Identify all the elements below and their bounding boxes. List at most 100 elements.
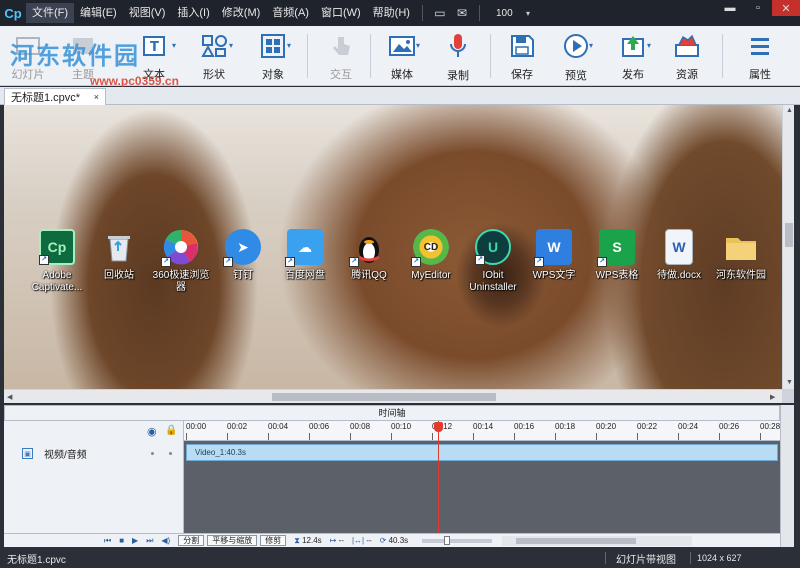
menu-modify[interactable]: 修改(M) (216, 3, 267, 23)
properties-button[interactable]: 属性 (735, 30, 785, 82)
scrollbar-thumb[interactable] (785, 223, 793, 247)
chevron-down-icon[interactable]: ▾ (526, 9, 530, 18)
properties-label: 属性 (749, 69, 771, 81)
record-button[interactable]: 录制 (433, 30, 483, 82)
chevron-down-icon[interactable]: ▾ (172, 41, 176, 50)
volume-icon[interactable]: ◀) (161, 536, 170, 545)
lock-icon[interactable]: 🔒 (165, 425, 177, 436)
chevron-down-icon[interactable]: ▾ (229, 41, 233, 50)
desktop-icon-baidu-netdisk[interactable]: ☁ ↗ 百度网盘 (274, 229, 336, 282)
desktop-icon-wps-writer[interactable]: W ↗ WPS文字 (523, 229, 585, 282)
menu-insert[interactable]: 插入(I) (171, 3, 215, 23)
ruler-tick (678, 433, 679, 440)
shortcut-arrow-icon: ↗ (475, 255, 485, 265)
desktop-icon-iobit[interactable]: U ↗ IObit Uninstaller (462, 229, 524, 294)
ruler-tick (555, 433, 556, 440)
trim-button[interactable]: 修剪 (260, 535, 287, 546)
timeline-ruler[interactable]: 00:00 00:02 00:04 00:06 00:08 00:10 00:1… (184, 421, 780, 441)
chevron-down-icon[interactable]: ▾ (416, 41, 420, 50)
uninstaller-glyph: U (487, 239, 499, 255)
document-tab[interactable]: 无标题1.cpvc* × (4, 88, 106, 105)
object-button[interactable]: 对象 (248, 30, 298, 82)
media-button[interactable]: 媒体 (377, 30, 427, 82)
timeline-vertical-scrollbar[interactable] (780, 405, 794, 547)
menu-help[interactable]: 帮助(H) (367, 3, 416, 23)
desktop-icon-myeditor[interactable]: CD ↗ MyEditor (400, 229, 462, 282)
scroll-down-icon[interactable]: ▼ (786, 379, 793, 386)
wps-spreadsheet-icon: S ↗ (597, 229, 635, 267)
timeline-zoom-slider[interactable] (422, 535, 493, 545)
desktop-icon-label: WPS文字 (532, 270, 576, 281)
shapes-button[interactable]: 形状 (189, 30, 239, 82)
desktop-icon-dingtalk[interactable]: ➤ ↗ 钉钉 (212, 229, 274, 282)
video-clip[interactable]: Video_1:40.3s (186, 444, 778, 461)
minimize-button[interactable]: ▬ (716, 0, 744, 16)
chevron-down-icon[interactable]: ▾ (589, 41, 593, 50)
visibility-dot[interactable] (151, 452, 154, 455)
menu-audio[interactable]: 音频(A) (266, 3, 315, 23)
stage-vertical-scrollbar[interactable]: ▲ ▼ (782, 105, 794, 389)
desktop-icon-label: 百度网盘 (285, 270, 325, 281)
shortcut-arrow-icon: ↗ (39, 255, 49, 265)
publish-label: 发布 (622, 69, 644, 81)
split-button[interactable]: 分割 (178, 535, 205, 546)
penguin-icon: ↗ (349, 229, 387, 267)
interaction-icon (327, 32, 355, 59)
timeline-horizontal-scrollbar[interactable] (502, 535, 693, 546)
mail-icon[interactable]: ✉ (451, 6, 473, 20)
timeline-tracks[interactable]: 00:00 00:02 00:04 00:06 00:08 00:10 00:1… (184, 421, 780, 533)
save-button[interactable]: 保存 (497, 30, 547, 82)
desktop-icon-docx[interactable]: W 待做.docx (648, 229, 710, 282)
menu-file[interactable]: 文件(F) (26, 3, 75, 23)
assets-button[interactable]: 资源 (662, 30, 712, 82)
pan-zoom-button[interactable]: 平移与缩放 (207, 535, 258, 546)
desktop-icon-captivate[interactable]: Cp ↗ Adobe Captivate... (26, 229, 88, 294)
slider-knob[interactable] (444, 535, 451, 545)
monitor-icon[interactable]: ▭ (429, 6, 451, 20)
desktop-icon-wps-spreadsheet[interactable]: S ↗ WPS表格 (586, 229, 648, 282)
play-icon[interactable]: ▶ (132, 536, 138, 545)
captivate-icon: Cp ↗ (39, 229, 75, 265)
close-button[interactable]: ✕ (772, 0, 800, 16)
desktop-icon-recycle-bin[interactable]: 回收站 (88, 229, 150, 282)
interaction-button[interactable]: 交互 (316, 30, 366, 82)
stop-icon[interactable]: ■ (119, 536, 124, 545)
interaction-label: 交互 (330, 69, 352, 81)
publish-button[interactable]: 发布 (608, 30, 658, 82)
chevron-down-icon[interactable]: ▾ (647, 41, 651, 50)
assets-icon (673, 32, 701, 59)
status-view-mode[interactable]: 幻灯片带视图 (616, 551, 676, 566)
forward-icon[interactable]: ⏭ (146, 536, 153, 546)
scrollbar-thumb[interactable] (516, 537, 637, 544)
ruler-label: 00:02 (227, 422, 248, 431)
desktop-icon-label: MyEditor (411, 270, 451, 281)
desktop-icon-label: 钉钉 (233, 270, 253, 281)
in-point: ↦ -- (330, 536, 344, 545)
desktop-icon-folder[interactable]: 河东软件园 (710, 229, 772, 282)
playhead-handle[interactable] (434, 422, 443, 432)
track-video-audio[interactable]: ▣ 视频/音频 (22, 446, 87, 461)
menu-view[interactable]: 视图(V) (123, 3, 172, 23)
scrollbar-thumb[interactable] (272, 393, 496, 401)
word-document-icon: W (665, 229, 693, 265)
scroll-left-icon[interactable]: ◀ (7, 393, 12, 401)
maximize-button[interactable]: ▫ (744, 0, 772, 16)
playhead-line[interactable] (438, 421, 439, 533)
desktop-icon-360-browser[interactable]: ↗ 360极速浏览器 (150, 229, 212, 294)
menu-window[interactable]: 窗口(W) (315, 3, 367, 23)
scroll-up-icon[interactable]: ▲ (786, 107, 793, 114)
rewind-icon[interactable]: ⏮ (104, 536, 111, 546)
close-icon[interactable]: × (94, 92, 99, 102)
stage-horizontal-scrollbar[interactable]: ◀ ▶ (4, 389, 782, 403)
scroll-right-icon[interactable]: ▶ (770, 393, 775, 401)
range-icon: |↔| (351, 536, 365, 545)
zoom-level[interactable]: 100 (496, 8, 526, 19)
chevron-down-icon[interactable]: ▾ (287, 41, 291, 50)
toolbar-divider (722, 34, 723, 78)
preview-button[interactable]: 预览 (551, 30, 601, 82)
eye-icon[interactable]: ◉ (147, 425, 157, 438)
lock-dot[interactable] (169, 452, 172, 455)
slide-canvas[interactable]: Cp ↗ Adobe Captivate... 回收站 ↗ 360极速浏览器 ➤ ↗… (4, 105, 782, 389)
desktop-icon-qq[interactable]: ↗ 腾讯QQ (338, 229, 400, 282)
menu-edit[interactable]: 编辑(E) (74, 3, 123, 23)
